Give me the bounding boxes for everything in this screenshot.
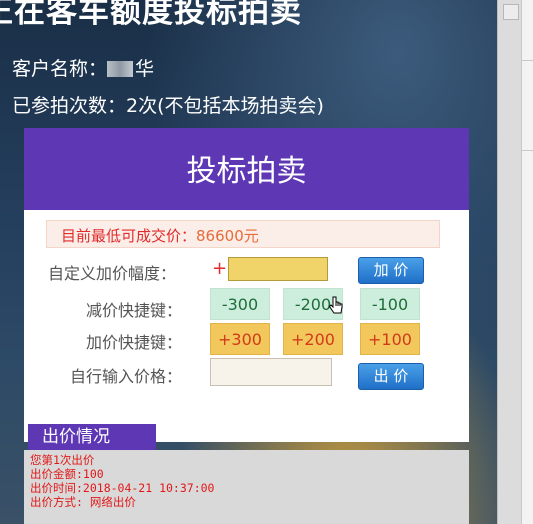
redacted-name — [107, 61, 134, 77]
side-pane — [521, 0, 533, 524]
minus-300-button[interactable]: -300 — [210, 288, 270, 320]
lowest-price-banner: 目前最低可成交价：86600元 — [46, 220, 440, 248]
lowest-price-label: 目前最低可成交价： — [61, 227, 197, 245]
custom-increment-input[interactable] — [228, 257, 328, 281]
client-label: 客户名称： — [12, 58, 108, 80]
hand-cursor-icon — [328, 296, 343, 314]
manual-price-label: 自行输入价格： — [70, 367, 183, 386]
dialog-title: 投标拍卖 — [186, 154, 307, 189]
bid-dialog: 投标拍卖 目前最低可成交价：86600元 自定义加价幅度： + 加 价 减价快捷… — [24, 128, 469, 524]
dialog-body: 目前最低可成交价：86600元 自定义加价幅度： + 加 价 减价快捷键： -3… — [24, 210, 469, 442]
plus-sign: + — [212, 258, 228, 279]
client-name-visible: 华 — [135, 58, 155, 80]
submit-bid-button[interactable]: 出 价 — [358, 363, 424, 390]
plus-300-button[interactable]: +300 — [210, 323, 270, 355]
plus-100-button[interactable]: +100 — [360, 323, 420, 355]
pane-divider — [522, 60, 533, 61]
minus-100-button[interactable]: -100 — [360, 288, 420, 320]
bid-count-line: 已参拍次数：2次(不包括本场拍卖会) — [12, 95, 324, 117]
panel-button[interactable] — [503, 4, 519, 20]
tab-bid-history[interactable]: 出价情况 — [28, 424, 156, 450]
bid-history-log: 您第1次出价 出价金额:100 出价时间:2018-04-21 10:37:00… — [24, 450, 469, 524]
pane-divider — [522, 150, 533, 151]
client-name: 华 — [107, 54, 154, 81]
lowest-price-value: 86600元 — [196, 227, 259, 245]
increase-shortcut-label: 加价快捷键： — [86, 333, 183, 352]
plus-200-button[interactable]: +200 — [283, 323, 343, 355]
side-panel — [497, 0, 533, 524]
client-line: 客户名称： 华 — [12, 54, 154, 81]
custom-increment-label: 自定义加价幅度： — [48, 264, 177, 283]
add-price-button[interactable]: 加 价 — [358, 257, 424, 284]
lowest-price-text: 目前最低可成交价：86600元 — [61, 225, 259, 246]
dialog-header: 投标拍卖 — [24, 128, 469, 210]
manual-price-input[interactable] — [210, 358, 332, 386]
decrease-shortcut-label: 减价快捷键： — [86, 301, 183, 320]
page-heading: 正在客车额度投标拍卖 — [0, 0, 302, 30]
log-line: 出价方式: 网络出价 — [30, 495, 136, 509]
